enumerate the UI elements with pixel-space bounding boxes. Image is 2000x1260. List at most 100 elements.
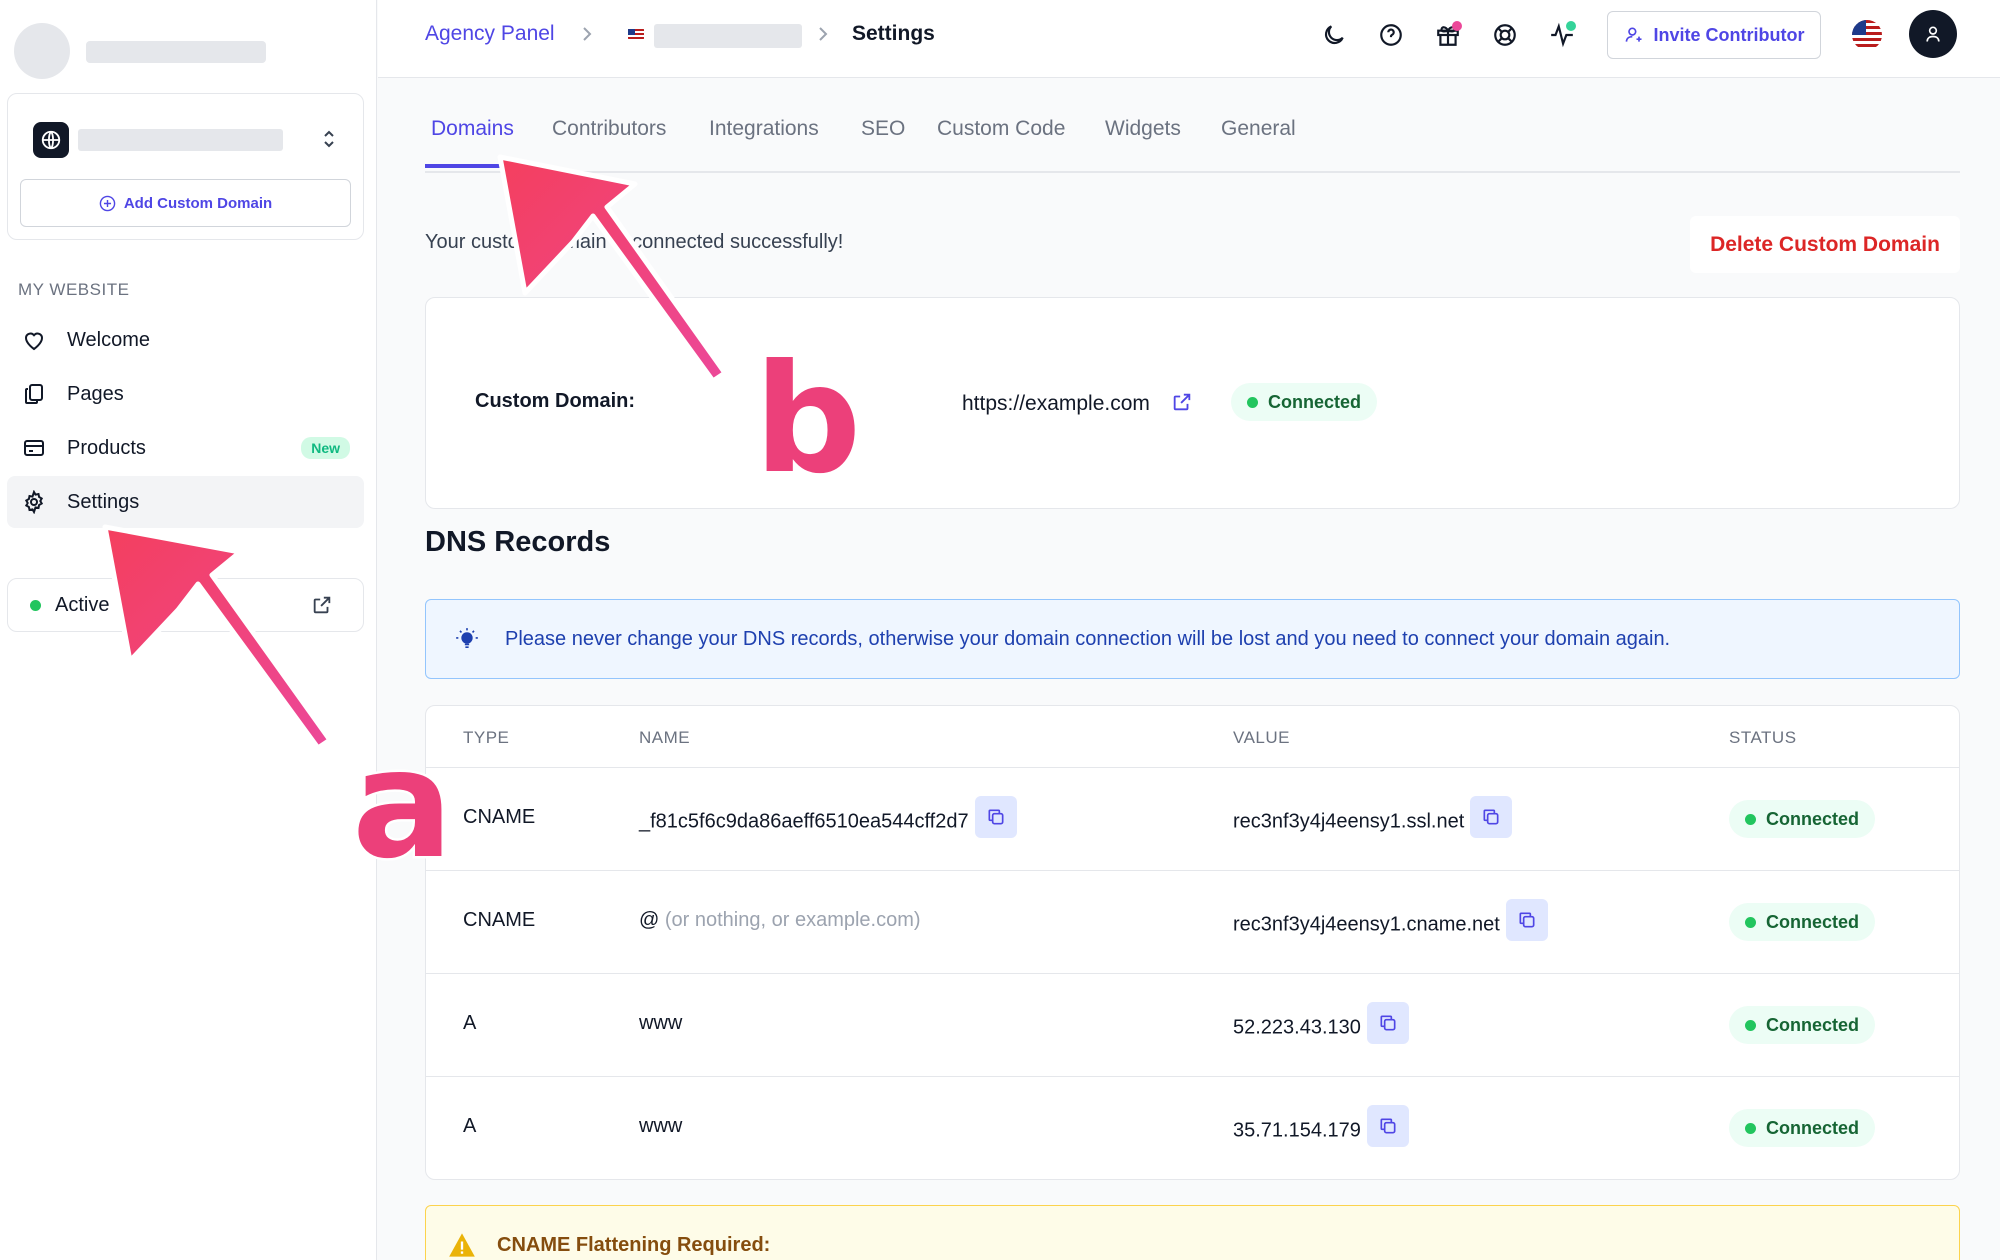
record-value-text: rec3nf3y4j4eensy1.ssl.net xyxy=(1233,810,1465,833)
sidebar-item-label: Settings xyxy=(67,490,140,513)
record-name: www xyxy=(639,1115,683,1137)
warning-alert: CNAME Flattening Required: xyxy=(425,1205,1960,1260)
sidebar-item-label: Pages xyxy=(67,382,124,405)
success-message: Your custom domain is connected successf… xyxy=(425,231,844,253)
add-user-icon xyxy=(1625,27,1641,42)
plus-circle-icon xyxy=(99,195,116,211)
sidebar-item-label: Products xyxy=(67,436,146,459)
copy-icon[interactable] xyxy=(1366,1002,1409,1044)
invite-contributor-button[interactable]: Invite Contributor xyxy=(1607,11,1821,59)
status-dot xyxy=(1745,1019,1756,1031)
record-value: 52.223.43.130 xyxy=(1233,1002,1409,1044)
help-icon[interactable] xyxy=(1374,18,1408,52)
chevron-right-icon xyxy=(816,22,830,51)
info-alert: Please never change your DNS records, ot… xyxy=(425,599,1960,679)
delete-custom-domain-button[interactable]: Delete Custom Domain xyxy=(1690,216,1960,273)
copy-icon[interactable] xyxy=(1505,899,1548,941)
status-badge-label: Connected xyxy=(1766,808,1860,829)
moon-icon[interactable] xyxy=(1317,18,1351,52)
chevron-up-down-icon[interactable] xyxy=(318,124,340,154)
settings-tabs: Domains Contributors Integrations SEO Cu… xyxy=(425,108,1960,173)
notification-dot xyxy=(1566,21,1576,31)
avatar[interactable] xyxy=(14,23,70,79)
website-name-redacted[interactable] xyxy=(78,129,283,151)
gift-icon[interactable] xyxy=(1431,18,1465,52)
globe-icon xyxy=(33,122,69,158)
warning-title: CNAME Flattening Required: xyxy=(497,1234,771,1256)
external-link-icon[interactable] xyxy=(1171,391,1193,418)
top-bar: Agency Panel Settings Invite Contributor xyxy=(378,0,2000,78)
copy-icon[interactable] xyxy=(1366,1105,1409,1147)
status-badge-label: Connected xyxy=(1766,1117,1860,1138)
external-link-icon[interactable] xyxy=(311,594,333,622)
sidebar-item-label: Welcome xyxy=(67,328,150,351)
sidebar-item-products[interactable]: Products New xyxy=(7,422,364,474)
breadcrumb-site-redacted[interactable] xyxy=(654,24,802,48)
status-dot xyxy=(1745,1122,1756,1134)
record-type: CNAME xyxy=(463,909,536,931)
pages-icon xyxy=(21,381,47,407)
column-header-name: NAME xyxy=(639,728,691,747)
add-custom-domain-button[interactable]: Add Custom Domain xyxy=(20,179,351,227)
add-custom-domain-label: Add Custom Domain xyxy=(123,194,273,212)
card-icon xyxy=(21,435,47,461)
record-name: @ (or nothing, or example.com) xyxy=(639,909,921,932)
column-header-value: VALUE xyxy=(1233,728,1290,747)
table-row: A www 52.223.43.130 Connected xyxy=(426,973,1959,1076)
record-value: rec3nf3y4j4eensy1.ssl.net xyxy=(1233,796,1513,838)
tab-custom-code[interactable]: Custom Code xyxy=(931,117,1071,164)
copy-icon[interactable] xyxy=(974,796,1017,838)
status-badge-label: Connected xyxy=(1766,1014,1860,1035)
annotation-label-a: a xyxy=(349,718,455,892)
activity-icon[interactable] xyxy=(1545,18,1579,52)
copy-icon[interactable] xyxy=(1470,796,1513,838)
record-name-text: _f81c5f6c9da86aeff6510ea544cff2d7 xyxy=(639,810,969,833)
record-type: A xyxy=(463,1115,477,1137)
tab-seo[interactable]: SEO xyxy=(855,117,911,164)
language-flag-icon[interactable] xyxy=(1852,20,1882,50)
new-badge: New xyxy=(301,437,350,459)
user-avatar-icon[interactable] xyxy=(1909,10,1957,58)
tab-widgets[interactable]: Widgets xyxy=(1099,117,1187,164)
record-type: CNAME xyxy=(463,806,536,828)
support-lifebuoy-icon[interactable] xyxy=(1488,18,1522,52)
dns-records-title: DNS Records xyxy=(425,526,611,558)
notification-dot xyxy=(1452,21,1462,31)
site-status-label: Active xyxy=(55,593,110,616)
tab-integrations[interactable]: Integrations xyxy=(703,117,825,164)
website-selector-card: Add Custom Domain xyxy=(7,93,364,240)
record-value: rec3nf3y4j4eensy1.cname.net xyxy=(1233,899,1548,941)
status-badge: Connected xyxy=(1231,383,1378,421)
record-value-text: 35.71.154.179 xyxy=(1233,1119,1361,1142)
table-row: CNAME _f81c5f6c9da86aeff6510ea544cff2d7 … xyxy=(426,767,1959,870)
record-name: _f81c5f6c9da86aeff6510ea544cff2d7 xyxy=(639,796,1017,838)
status-dot xyxy=(1247,396,1258,408)
status-badge: Connected xyxy=(1729,800,1876,838)
sidebar-item-settings[interactable]: Settings xyxy=(7,476,364,528)
record-name-hint: (or nothing, or example.com) xyxy=(664,909,921,931)
record-value: 35.71.154.179 xyxy=(1233,1105,1409,1147)
breadcrumb-agency-panel[interactable]: Agency Panel xyxy=(425,22,555,46)
annotation-label-b: b xyxy=(751,333,863,507)
lightbulb-icon xyxy=(456,628,478,648)
status-dot xyxy=(1745,813,1756,825)
record-name: www xyxy=(639,1012,683,1034)
status-badge-label: Connected xyxy=(1268,391,1362,412)
custom-domain-url[interactable]: https://example.com xyxy=(962,392,1150,416)
sidebar-item-welcome[interactable]: Welcome xyxy=(7,314,364,366)
table-row: CNAME @ (or nothing, or example.com) rec… xyxy=(426,870,1959,973)
status-dot xyxy=(1745,916,1756,928)
section-label: MY WEBSITE xyxy=(18,280,130,299)
custom-domain-label: Custom Domain: xyxy=(475,390,635,412)
column-header-type: TYPE xyxy=(463,728,510,747)
site-status-card[interactable]: Active xyxy=(7,578,364,632)
status-badge: Connected xyxy=(1729,1109,1876,1147)
info-alert-text: Please never change your DNS records, ot… xyxy=(505,627,1671,650)
tab-general[interactable]: General xyxy=(1215,117,1302,164)
tab-domains[interactable]: Domains xyxy=(425,117,520,168)
flag-icon xyxy=(628,28,644,40)
tab-contributors[interactable]: Contributors xyxy=(546,117,672,164)
breadcrumb-current: Settings xyxy=(852,22,935,45)
record-type: A xyxy=(463,1012,477,1034)
sidebar-item-pages[interactable]: Pages xyxy=(7,368,364,420)
